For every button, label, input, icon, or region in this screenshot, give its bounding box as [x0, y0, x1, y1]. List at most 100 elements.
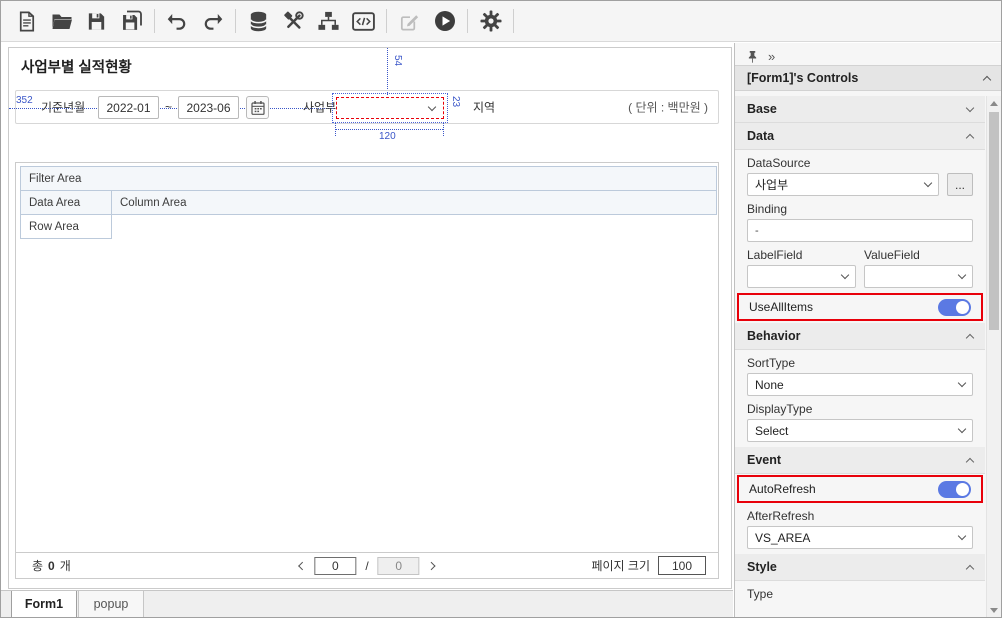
chevron-up-icon [965, 133, 975, 142]
save-icon [88, 12, 105, 30]
database-icon [250, 11, 267, 31]
panel-icon-row: » [735, 43, 1001, 65]
sitemap-icon [318, 11, 339, 30]
datasource-more-button[interactable]: ... [947, 173, 973, 196]
date-from-input[interactable]: 2022-01 [98, 96, 159, 119]
scroll-up-arrow[interactable] [990, 101, 998, 106]
period-label: 기준년월 [41, 100, 86, 115]
section-header-style[interactable]: Style [735, 554, 985, 581]
previous-page-button[interactable] [298, 561, 307, 570]
sorttype-value: None [755, 377, 784, 392]
afterrefresh-select[interactable]: VS_AREA [747, 526, 973, 549]
toolbar-separator [467, 9, 468, 33]
division-combobox[interactable] [336, 97, 444, 119]
binding-label: Binding [747, 202, 788, 216]
current-page-input[interactable]: 0 [314, 556, 357, 575]
useallitems-toggle-on[interactable] [938, 298, 971, 316]
total-count-group: 총 0 개 [32, 557, 71, 574]
chevron-down-icon [923, 178, 933, 188]
save-all-icon [122, 10, 142, 30]
calendar-button[interactable] [246, 96, 269, 119]
unit-label: ( 단위 : 백만원 ) [628, 100, 708, 115]
database-button[interactable] [241, 4, 276, 38]
scrollbar-thumb[interactable] [989, 112, 999, 330]
calendar-icon [250, 100, 265, 115]
settings-icon [480, 10, 501, 32]
save-all-button[interactable] [114, 4, 149, 38]
total-pages-box: 0 [377, 556, 420, 575]
section-header-base[interactable]: Base [735, 96, 985, 123]
sorttype-label: SortType [747, 356, 796, 370]
tab-form1[interactable]: Form1 [11, 591, 77, 617]
open-folder-icon [52, 14, 72, 29]
section-title: Behavior [747, 329, 801, 343]
tools-button[interactable] [276, 4, 311, 38]
next-page-button[interactable] [427, 561, 436, 570]
date-range-separator: ~ [165, 100, 173, 114]
section-header-data[interactable]: Data [735, 123, 985, 150]
afterrefresh-label: AfterRefresh [747, 509, 815, 523]
autorefresh-toggle-on[interactable] [938, 480, 971, 498]
chevron-up-icon [965, 564, 975, 573]
guide-height-label: 23 [450, 96, 461, 108]
date-to-input[interactable]: 2023-06 [178, 96, 239, 119]
afterrefresh-value: VS_AREA [755, 530, 811, 545]
binding-input[interactable]: - [747, 219, 973, 242]
pivot-grid: Filter Area Data Area Column Area Row Ar… [15, 162, 719, 579]
labelfield-select[interactable] [747, 265, 856, 288]
displaytype-value: Select [755, 423, 789, 438]
undo-button[interactable] [160, 4, 195, 38]
page-navigation: 0 / 0 [298, 556, 436, 575]
panel-scrollbar[interactable] [986, 96, 1001, 617]
chevron-down-icon [427, 102, 437, 111]
column-area-cell[interactable]: Column Area [111, 190, 717, 215]
datasource-value: 사업부 [755, 178, 789, 192]
report-title: 사업부별 실적현황 [21, 60, 132, 76]
pin-icon[interactable] [747, 50, 758, 64]
sorttype-select[interactable]: None [747, 373, 973, 396]
scroll-down-arrow[interactable] [990, 608, 998, 613]
filter-area-cell[interactable]: Filter Area [20, 166, 717, 191]
panel-title: [Form1]'s Controls [747, 71, 859, 85]
valuefield-select[interactable] [864, 265, 973, 288]
total-label: 총 [32, 559, 44, 573]
app-window: 사업부별 실적현황 54 352 기준년월 2022-01 ~ 2023-06 … [0, 0, 1002, 618]
region-label: 지역 [473, 100, 496, 115]
panel-header[interactable]: [Form1]'s Controls [735, 65, 1001, 91]
page-size-input[interactable]: 100 [658, 556, 706, 575]
section-header-event[interactable]: Event [735, 447, 985, 474]
section-title: Style [747, 560, 777, 574]
displaytype-select[interactable]: Select [747, 419, 973, 442]
code-editor-icon [352, 11, 375, 31]
tab-popup[interactable]: popup [78, 591, 144, 617]
redo-button[interactable] [195, 4, 230, 38]
settings-button[interactable] [473, 4, 508, 38]
row-area-cell[interactable]: Row Area [20, 214, 112, 239]
total-unit: 개 [59, 559, 71, 573]
sitemap-button[interactable] [311, 4, 346, 38]
section-header-behavior[interactable]: Behavior [735, 323, 985, 350]
section-title: Event [747, 453, 782, 467]
save-button[interactable] [79, 4, 114, 38]
chevron-down-icon [957, 424, 967, 434]
collapse-panel-icon[interactable]: » [768, 50, 775, 63]
main-toolbar [1, 1, 1001, 42]
run-button[interactable] [427, 4, 462, 38]
total-count: 0 [48, 558, 55, 573]
vertical-guide-line [387, 48, 388, 95]
tools-icon [284, 10, 304, 29]
data-area-cell[interactable]: Data Area [20, 190, 112, 215]
new-document-button[interactable] [9, 4, 44, 38]
open-folder-button[interactable] [44, 4, 79, 38]
datasource-select[interactable]: 사업부 [747, 173, 939, 196]
new-document-icon [19, 11, 35, 31]
code-editor-button[interactable] [346, 4, 381, 38]
chevron-up-icon [965, 333, 975, 342]
chevron-up-icon [982, 75, 992, 84]
autorefresh-row-highlighted: AutoRefresh [737, 475, 983, 503]
edit-button[interactable] [392, 4, 427, 38]
width-guide-line [335, 129, 443, 130]
chevron-down-icon [957, 378, 967, 388]
chevron-down-icon [965, 103, 975, 112]
guide-width-label: 120 [377, 131, 398, 142]
